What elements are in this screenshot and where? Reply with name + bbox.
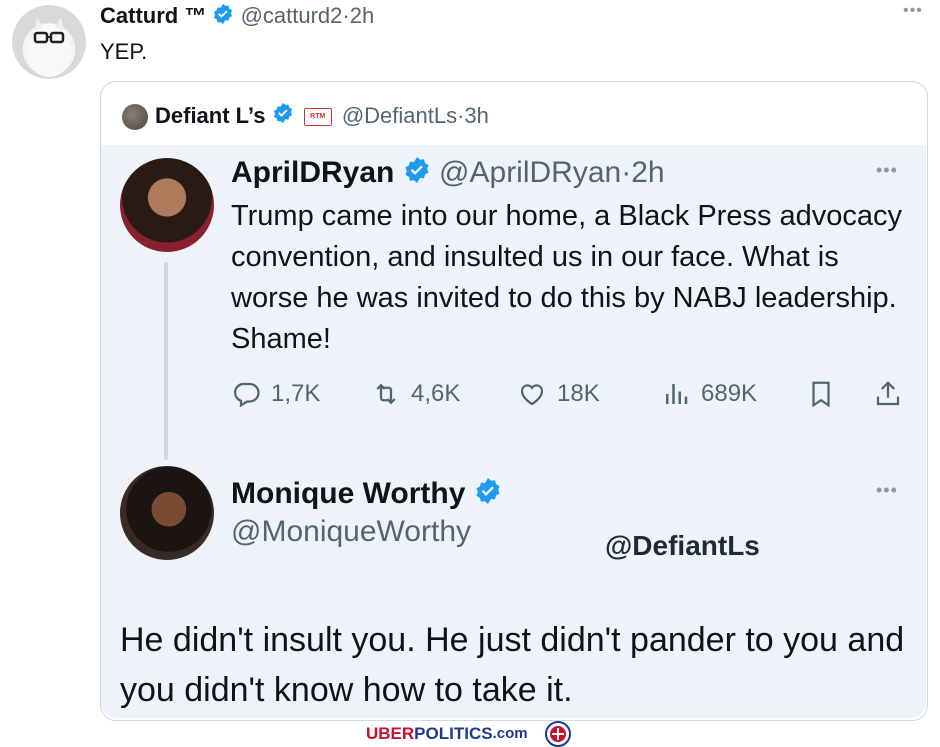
- like-action: 18K: [517, 374, 600, 414]
- watermark-handle: @DefiantLs: [605, 530, 760, 561]
- reply-icon: [234, 382, 260, 408]
- verified-icon: [212, 3, 234, 32]
- verified-icon: [474, 477, 502, 514]
- monique-author-name: Monique Worthy: [231, 477, 466, 510]
- views-icon: [666, 384, 688, 404]
- thread-connector-line: [164, 262, 168, 460]
- separator-dot: ·: [621, 156, 632, 189]
- april-tweet-text: Trump came into our home, a Black Press …: [231, 200, 903, 355]
- repost-action: 4,6K: [371, 374, 460, 414]
- quote-header: Defiant L’s RTM @DefiantLs·3h: [155, 101, 489, 132]
- april-author-handle: @AprilDRyan: [439, 156, 622, 189]
- monique-tweet-text: He didn't insult you. He just didn't pan…: [120, 621, 905, 709]
- share-icon: [876, 381, 900, 406]
- separator-dot: ·: [342, 3, 350, 28]
- catturd-avatar[interactable]: [12, 5, 86, 79]
- outer-timestamp[interactable]: 2h: [350, 3, 374, 28]
- reply-action: 1,7K: [231, 374, 320, 414]
- quote-author-handle: @DefiantLs: [341, 103, 458, 128]
- views-action: 689K: [661, 374, 757, 414]
- outer-tweet-text: YEP.: [100, 39, 148, 64]
- brand-tld: .com: [492, 725, 528, 742]
- quote-timestamp: 3h: [464, 103, 489, 128]
- like-count: 18K: [557, 380, 600, 407]
- brand-logo-icon: [544, 720, 571, 747]
- share-action: [873, 374, 913, 414]
- rtm-badge-icon: RTM: [303, 108, 332, 127]
- verified-icon: [403, 156, 431, 193]
- april-header: AprilDRyan @AprilDRyan·2h: [231, 155, 665, 193]
- april-timestamp: 2h: [631, 156, 665, 189]
- more-icon: •••: [876, 160, 898, 180]
- monique-header: Monique Worthy: [231, 476, 502, 514]
- tweet-actions-bar: 1,7K 4,6K 18K 689K: [231, 374, 911, 414]
- quote-author-name: Defiant L’s: [155, 103, 266, 128]
- reply-count: 1,7K: [271, 380, 321, 407]
- brand-uber: UBER: [366, 723, 415, 743]
- outer-author-handle[interactable]: @catturd2: [241, 3, 343, 28]
- bookmark-action: [806, 374, 846, 414]
- defiantls-avatar: [122, 104, 148, 130]
- like-icon: [520, 384, 544, 406]
- more-icon[interactable]: •••: [903, 2, 923, 20]
- bookmark-icon: [812, 381, 830, 408]
- repost-icon: [376, 383, 396, 405]
- repost-count: 4,6K: [411, 380, 461, 407]
- more-icon: •••: [876, 480, 898, 500]
- monique-author-handle: @MoniqueWorthy: [231, 515, 471, 548]
- brand-politics: POLITICS: [414, 723, 493, 743]
- verified-icon: [272, 102, 294, 132]
- moniqueworthy-avatar: [120, 466, 214, 560]
- aprildryan-avatar: [120, 158, 214, 252]
- outer-author-name[interactable]: Catturd ™: [100, 3, 206, 28]
- outer-tweet-header: Catturd ™ @catturd2·2h: [100, 2, 374, 32]
- site-branding: UBER POLITICS .com: [366, 720, 578, 747]
- april-author-name: AprilDRyan: [231, 156, 395, 189]
- views-count: 689K: [701, 380, 758, 407]
